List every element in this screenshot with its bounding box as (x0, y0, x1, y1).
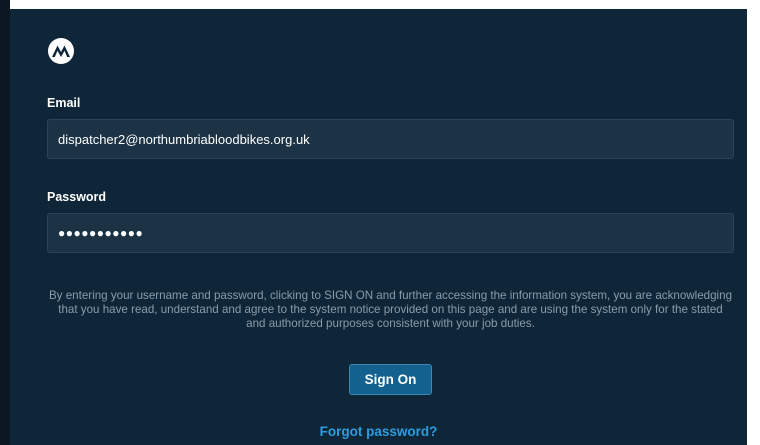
window-edge (0, 0, 10, 445)
system-notice-text: By entering your username and password, … (48, 289, 733, 330)
motorola-logo-icon (48, 38, 74, 64)
email-label: Email (47, 96, 81, 110)
sign-on-button[interactable]: Sign On (349, 364, 432, 395)
page-frame: Email Password By entering your username… (0, 0, 760, 445)
password-label: Password (47, 190, 107, 204)
forgot-password-link[interactable]: Forgot password? (10, 424, 747, 439)
email-field[interactable] (47, 119, 734, 159)
password-field[interactable] (47, 213, 734, 253)
login-panel: Email Password By entering your username… (10, 9, 747, 445)
